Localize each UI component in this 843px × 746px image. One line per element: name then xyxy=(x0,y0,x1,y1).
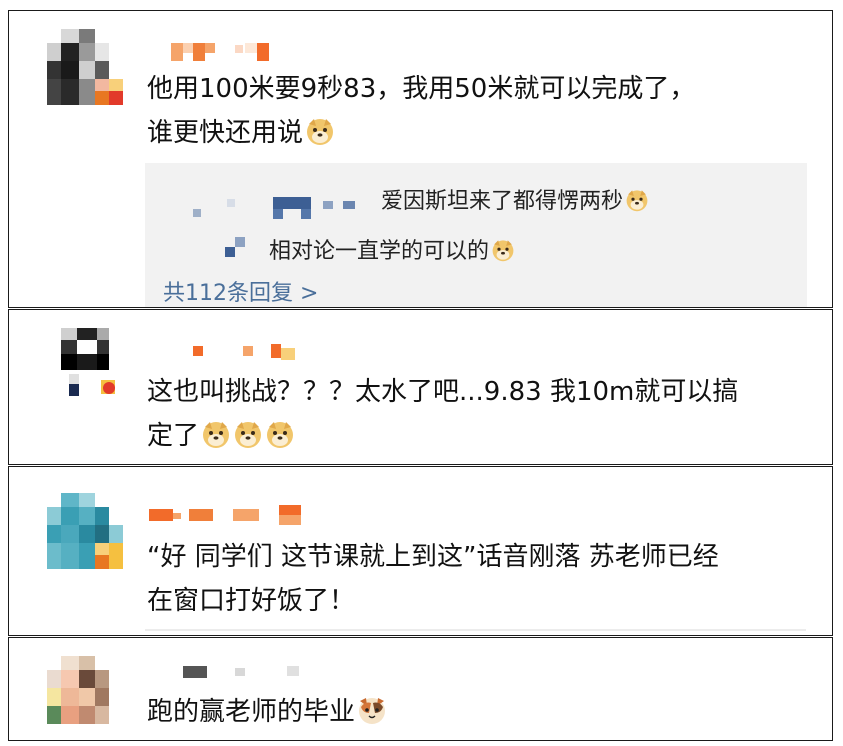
comment-card-4: 跑的赢老师的毕业 xyxy=(8,637,833,741)
comment-card-1: 他用100米要9秒83，我用50米就可以完成了， 谁更快还用说 爱因斯坦来了都得… xyxy=(8,10,833,308)
reply-username-2[interactable] xyxy=(223,235,253,265)
reply-username-1[interactable] xyxy=(193,189,373,223)
avatar[interactable] xyxy=(47,493,123,569)
doge-emoji-icon xyxy=(625,188,649,212)
comment-line-1: 这也叫挑战？？？太水了吧...9.83 我10m就可以搞 xyxy=(147,377,739,407)
comment-text: “好 同学们 这节课就上到这”话音刚落 苏老师已经 在窗口打好饭了！ xyxy=(147,535,719,623)
comment-line-2: 谁更快还用说 xyxy=(147,111,695,155)
doge-emoji-icon xyxy=(305,116,335,146)
comment-line-1: “好 同学们 这节课就上到这”话音刚落 苏老师已经 xyxy=(147,542,719,572)
divider xyxy=(145,629,806,631)
username-pixelated[interactable] xyxy=(149,503,329,529)
comment-card-3: “好 同学们 这节课就上到这”话音刚落 苏老师已经 在窗口打好饭了！ xyxy=(8,466,833,636)
comment-text: 他用100米要9秒83，我用50米就可以完成了， 谁更快还用说 xyxy=(147,67,695,155)
avatar[interactable] xyxy=(47,29,123,105)
comment-text: 这也叫挑战？？？太水了吧...9.83 我10m就可以搞 定了 xyxy=(147,370,738,458)
comment-text: 跑的赢老师的毕业 xyxy=(147,690,387,734)
cat-emoji-icon xyxy=(357,695,387,725)
comment-line-2: 在窗口打好饭了！ xyxy=(147,586,356,616)
reply-text-2: 相对论一直学的可以的 xyxy=(269,233,515,265)
username-pixelated[interactable] xyxy=(149,39,329,65)
username-pixelated[interactable] xyxy=(149,340,329,366)
comment-card-2: 这也叫挑战？？？太水了吧...9.83 我10m就可以搞 定了 xyxy=(8,309,833,465)
username-pixelated[interactable] xyxy=(149,660,329,686)
comment-line-2: 定了 xyxy=(147,414,738,458)
doge-emoji-icon xyxy=(491,238,515,262)
reply-text-1: 爱因斯坦来了都得愣两秒 xyxy=(381,183,649,215)
doge-emoji-icon xyxy=(233,419,263,449)
doge-emoji-icon xyxy=(265,419,295,449)
avatar[interactable] xyxy=(47,324,123,400)
doge-emoji-icon xyxy=(201,419,231,449)
comment-line-1: 跑的赢老师的毕业 xyxy=(147,690,387,734)
avatar[interactable] xyxy=(47,652,123,728)
more-replies-link[interactable]: 共112条回复 > xyxy=(163,275,318,307)
comment-line-1: 他用100米要9秒83，我用50米就可以完成了， xyxy=(147,74,696,104)
reply-preview-box[interactable]: 爱因斯坦来了都得愣两秒 相对论一直学的可以的 共112条回复 > xyxy=(145,163,807,307)
